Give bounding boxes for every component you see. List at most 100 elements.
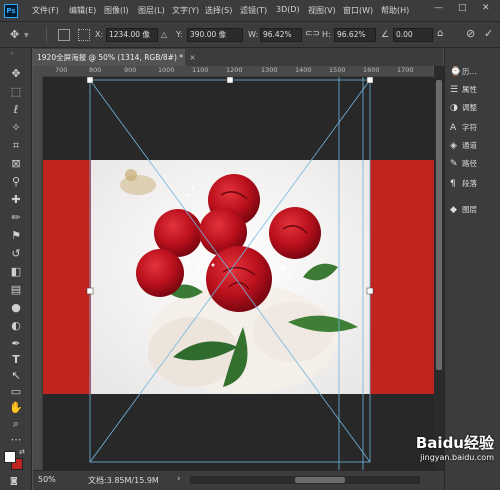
baidu-watermark: Baidu经验 jingyan.baidu.com [416, 432, 494, 462]
y-field[interactable]: 390.00 像 [187, 28, 243, 42]
panel-layers[interactable]: ◆ 图层 [450, 202, 498, 218]
canvas-area[interactable] [43, 77, 434, 470]
ruler-tick: 1600 [363, 66, 380, 74]
vertical-scroll-thumb[interactable] [436, 80, 442, 370]
menu-image[interactable]: 图像(I) [104, 5, 129, 16]
panel-character[interactable]: A 字符 [450, 120, 498, 136]
paragraph-icon: ¶ [450, 179, 456, 189]
vertical-ruler[interactable] [33, 77, 43, 470]
ruler-tick: 1100 [192, 66, 209, 74]
white-flowers-3 [253, 302, 333, 362]
menu-window[interactable]: 窗口(W) [343, 5, 373, 16]
swap-colors-icon[interactable]: ⇄ [19, 448, 25, 456]
move-tool-icon[interactable]: ✥ [8, 66, 24, 82]
pen-tool-icon[interactable]: ✒ [8, 336, 24, 352]
move-tool-preset-icon[interactable]: ✥ [10, 28, 19, 41]
ruler-tick: 1200 [226, 66, 243, 74]
menu-layer[interactable]: 图层(L) [138, 5, 165, 16]
w-field[interactable]: 96.42% [260, 28, 302, 42]
horizontal-ruler[interactable]: 700 800 900 1000 1100 1200 1300 1400 150… [43, 66, 433, 77]
reference-grid-icon[interactable] [78, 29, 90, 41]
frame-tool-icon[interactable]: ⊠ [8, 156, 24, 172]
paths-icon: ✎ [450, 159, 458, 169]
gradient-tool-icon[interactable]: ▤ [8, 282, 24, 298]
foreground-color-front[interactable] [4, 451, 16, 463]
menu-help[interactable]: 帮助(H) [381, 5, 409, 16]
channels-icon: ◈ [450, 141, 457, 151]
rotate-field[interactable]: 0.00 [393, 28, 433, 42]
panel-properties[interactable]: ☰ 属性 [450, 82, 498, 98]
panel-history[interactable]: ⌚历... [450, 64, 498, 80]
rose [136, 249, 184, 297]
blur-tool-icon[interactable]: ● [8, 300, 24, 316]
commit-transform-icon[interactable]: ✓ [484, 27, 493, 40]
type-tool-icon[interactable]: T [8, 352, 24, 368]
h-field[interactable]: 96.62% [334, 28, 376, 42]
panel-properties-label: 属性 [462, 85, 477, 94]
toolbar-collapse-icon[interactable]: » [10, 50, 14, 57]
menu-3d[interactable]: 3D(D) [276, 5, 300, 14]
photo-blur-gold [120, 175, 156, 195]
history-brush-tool-icon[interactable]: ↺ [8, 246, 24, 262]
close-window-icon[interactable]: ✕ [482, 3, 490, 13]
ruler-origin[interactable] [33, 66, 43, 77]
status-menu-arrow[interactable]: › [177, 474, 181, 484]
poster-red-band-left [43, 160, 91, 394]
y-label: Y: [176, 30, 183, 39]
panel-adjustments-label: 调整 [462, 103, 477, 112]
h-label: H: [322, 30, 331, 39]
layers-icon: ◆ [450, 205, 457, 215]
photoshop-logo-icon: Ps [4, 4, 18, 18]
ruler-tick: 700 [55, 66, 68, 74]
quick-select-tool-icon[interactable]: ✧ [8, 120, 24, 136]
menu-select[interactable]: 选择(S) [205, 5, 232, 16]
menu-type[interactable]: 文字(Y) [172, 5, 199, 16]
zoom-level[interactable]: 50% [38, 475, 56, 484]
dodge-tool-icon[interactable]: ◐ [8, 318, 24, 334]
menu-file[interactable]: 文件(F) [32, 5, 59, 16]
menu-view[interactable]: 视图(V) [308, 5, 336, 16]
hand-tool-icon[interactable]: ✋ [8, 400, 24, 416]
x-field[interactable]: 1234.00 像 [106, 28, 158, 42]
lasso-tool-icon[interactable]: ℓ [8, 102, 24, 118]
brush-tool-icon[interactable]: ✏ [8, 210, 24, 226]
warp-icon[interactable]: ⌂ [437, 28, 443, 39]
panel-channels[interactable]: ◈ 通道 [450, 138, 498, 154]
rectangle-tool-icon[interactable]: ▭ [8, 384, 24, 400]
panel-paragraph[interactable]: ¶ 段落 [450, 176, 498, 192]
document-tab[interactable]: 1920全屏海报 @ 50% (1314, RGB/8#) * × [33, 49, 196, 66]
zoom-tool-icon[interactable]: ⌕ [8, 416, 24, 432]
path-select-tool-icon[interactable]: ↖ [8, 368, 24, 384]
reference-point-icon[interactable] [58, 29, 70, 41]
eyedropper-tool-icon[interactable]: ⚲ [8, 174, 24, 190]
horizontal-scroll-thumb[interactable] [295, 477, 345, 483]
crop-tool-icon[interactable]: ⌗ [8, 138, 24, 154]
eraser-tool-icon[interactable]: ◧ [8, 264, 24, 280]
w-label: W: [248, 30, 259, 39]
more-tools-icon[interactable]: ⋯ [8, 432, 24, 448]
panel-adjustments[interactable]: ◑ 调整 [450, 100, 498, 116]
history-icon: ⌚ [450, 67, 462, 77]
rose [206, 246, 272, 312]
panel-layers-label: 图层 [462, 205, 477, 214]
close-tab-icon[interactable]: × [189, 53, 195, 62]
link-icon[interactable]: ⊂⊃ [305, 29, 320, 39]
cancel-transform-icon[interactable]: ⊘ [466, 27, 475, 40]
marquee-tool-icon[interactable]: ⬚ [8, 84, 24, 100]
document-canvas[interactable] [43, 77, 434, 470]
document-tab-title: 1920全屏海报 @ 50% (1314, RGB/8#) * [37, 53, 184, 62]
clone-stamp-tool-icon[interactable]: ⚑ [8, 228, 24, 244]
menu-filter[interactable]: 滤镜(T) [240, 5, 267, 16]
watermark-brand: Baidu经验 [415, 434, 494, 452]
maximize-icon[interactable]: □ [458, 3, 467, 13]
chevron-down-icon[interactable]: ▼ [24, 32, 29, 39]
panel-paths[interactable]: ✎ 路径 [450, 156, 498, 172]
menu-edit[interactable]: 编辑(E) [69, 5, 96, 16]
panel-paths-label: 路径 [462, 159, 477, 168]
quick-mask-icon[interactable]: ◙ [10, 476, 18, 485]
ruler-tick: 1000 [158, 66, 175, 74]
delta-icon[interactable]: △ [161, 30, 167, 39]
document-info[interactable]: 文档:3.85M/15.9M [88, 475, 159, 486]
healing-brush-tool-icon[interactable]: ✚ [8, 192, 24, 208]
minimize-icon[interactable]: — [434, 3, 443, 13]
